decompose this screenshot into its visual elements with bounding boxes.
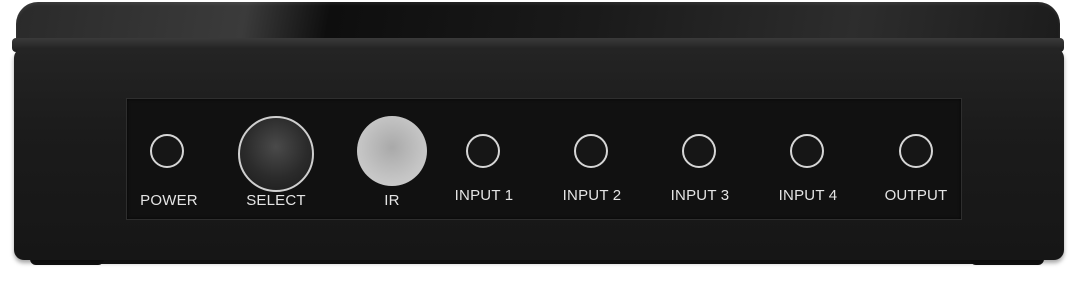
input-2-label: INPUT 2 — [562, 187, 622, 204]
ir-label: IR — [384, 192, 400, 209]
input-2-led-indicator — [574, 134, 608, 168]
input-3-led-indicator — [682, 134, 716, 168]
ir-receiver-window — [357, 116, 427, 186]
input-3-label: INPUT 3 — [670, 187, 730, 204]
input-1-led-indicator — [466, 134, 500, 168]
output-label: OUTPUT — [884, 187, 948, 204]
input-4-led-indicator — [790, 134, 824, 168]
output-led-indicator — [899, 134, 933, 168]
select-button[interactable] — [238, 116, 314, 192]
hdmi-switch-device: POWER SELECT IR INPUT 1 INPUT 2 INPUT 3 … — [0, 0, 1080, 282]
power-led-indicator — [150, 134, 184, 168]
input-1-label: INPUT 1 — [454, 187, 514, 204]
input-4-label: INPUT 4 — [778, 187, 838, 204]
select-label: SELECT — [246, 192, 306, 209]
power-label: POWER — [140, 192, 198, 209]
